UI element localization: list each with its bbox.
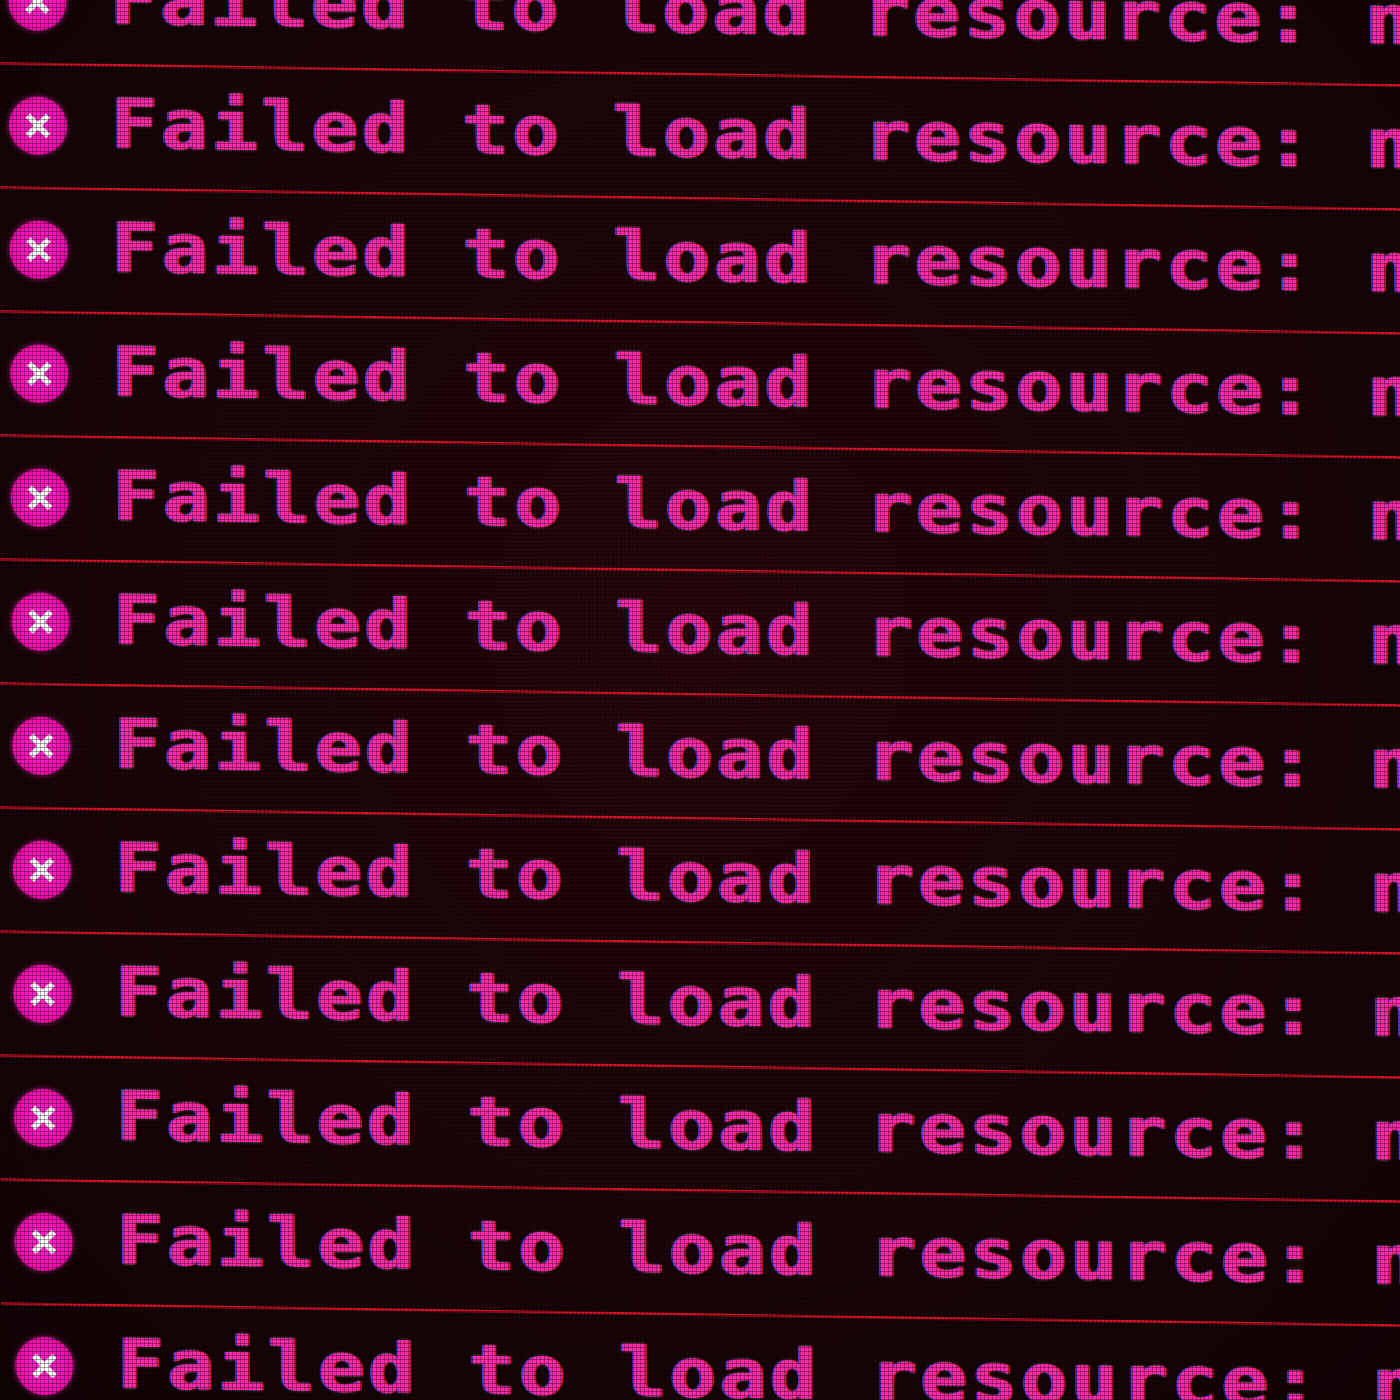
console-error-message: Failed to load resource: net::ER <box>113 579 1400 686</box>
error-x-circle-icon <box>12 840 72 900</box>
console-error-message: Failed to load resource: net::ER <box>117 1323 1400 1400</box>
console-error-row[interactable]: Failed to load resource: net::ER <box>0 188 1400 336</box>
console-error-row[interactable]: Failed to load resource: net::ER <box>0 1056 1400 1204</box>
console-error-message: Failed to load resource: net::ERR <box>110 0 1400 67</box>
error-x-circle-icon <box>14 1088 73 1148</box>
console-error-row[interactable]: Failed to load resource: net::ER <box>0 64 1400 212</box>
console-error-row[interactable]: Failed to load resource: net::ER <box>0 312 1400 460</box>
error-x-circle-icon <box>12 716 71 776</box>
console-error-message: Failed to load resource: net::ER <box>115 951 1400 1058</box>
error-x-circle-icon <box>10 468 70 528</box>
console-error-message: Failed to load resource: net::ER <box>113 703 1400 810</box>
error-x-circle-icon <box>8 0 67 32</box>
console-panel: Failed to load resource: net::ERR Failed… <box>0 0 1400 1400</box>
error-x-circle-icon <box>10 344 69 404</box>
console-error-row[interactable]: Failed to load resource: net::ER <box>0 684 1400 832</box>
console-error-message: Failed to load resource: net::ER <box>112 455 1400 562</box>
error-x-circle-icon <box>8 96 68 156</box>
console-error-message: Failed to load resource: net::ER <box>112 331 1400 438</box>
error-x-circle-icon <box>11 592 70 652</box>
error-x-circle-icon <box>14 1212 73 1272</box>
console-error-row[interactable]: Failed to load resource: net::ER <box>0 1180 1400 1328</box>
console-error-row[interactable]: Failed to load resource: net::ER <box>0 436 1400 584</box>
console-error-message: Failed to load resource: net::ER <box>114 827 1400 934</box>
console-error-message: Failed to load resource: net::ER <box>110 83 1400 190</box>
console-error-row[interactable]: Failed to load resource: net::ER <box>0 808 1400 956</box>
console-error-row[interactable]: Failed to load resource: net::ER <box>0 932 1400 1080</box>
console-error-message: Failed to load resource: net::ER <box>115 1075 1400 1182</box>
error-x-circle-icon <box>15 1336 74 1396</box>
error-x-circle-icon <box>9 220 68 280</box>
console-error-message: Failed to load resource: net::ER <box>116 1199 1400 1306</box>
console-error-row[interactable]: Failed to load resource: net::ER <box>0 560 1400 708</box>
console-error-message: Failed to load resource: net::ER <box>111 207 1400 314</box>
error-x-circle-icon <box>13 964 72 1024</box>
console-log-list: Failed to load resource: net::ERR Failed… <box>0 0 1400 1400</box>
